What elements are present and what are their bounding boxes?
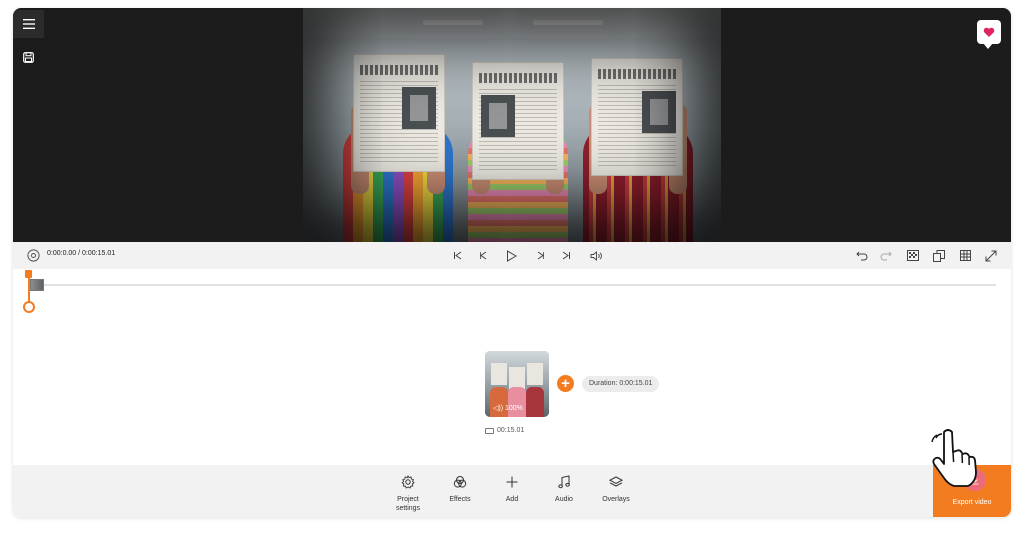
player-controls-bar: 0:00:0.00 / 0:00:15.01 <box>13 242 1011 269</box>
audio-label: Audio <box>555 496 573 503</box>
redo-button[interactable] <box>879 242 893 269</box>
add-media-button[interactable]: + <box>557 375 574 392</box>
hand-pointer-cursor-icon <box>931 429 977 487</box>
undo-icon <box>856 251 868 260</box>
add-button[interactable]: Add <box>488 473 536 504</box>
previous-frame-button[interactable] <box>476 242 490 269</box>
overlays-button[interactable]: Overlays <box>592 473 640 504</box>
video-frame[interactable] <box>303 8 721 242</box>
timeline-panel: ◁)) 100% 00:15.01 + Duration: 0:00:15.01 <box>13 269 1011 465</box>
effects-button[interactable]: Effects <box>436 473 484 504</box>
bottom-toolbar: Project settings Effects Add Audio Overl… <box>13 465 1011 517</box>
grid-button[interactable] <box>957 242 973 269</box>
skip-to-start-button[interactable] <box>450 242 464 269</box>
video-preview-panel <box>13 8 1011 242</box>
feedback-button[interactable] <box>977 20 1001 49</box>
aspect-ratio-button[interactable] <box>931 242 947 269</box>
duration-pill: Duration: 0:00:15.01 <box>582 376 660 392</box>
save-button[interactable] <box>13 43 44 71</box>
timeline-track[interactable] <box>33 284 996 286</box>
audio-button[interactable]: Audio <box>540 473 588 504</box>
menu-button[interactable] <box>13 10 44 38</box>
background-button[interactable] <box>905 242 921 269</box>
grid-icon <box>959 250 971 261</box>
timecode-display: 0:00:0.00 / 0:00:15.01 <box>47 250 116 257</box>
export-video-label: Export video <box>952 499 992 506</box>
project-settings-button[interactable]: Project settings <box>384 473 432 513</box>
playback-settings-button[interactable] <box>25 242 41 269</box>
checkerboard-icon <box>907 250 919 261</box>
undo-button[interactable] <box>855 242 869 269</box>
redo-icon <box>880 251 892 260</box>
skip-end-icon <box>562 251 570 260</box>
overlays-label: Overlays <box>602 496 630 503</box>
play-button[interactable] <box>503 242 519 269</box>
clip-duration-text: 00:15.01 <box>497 427 525 434</box>
playhead-line <box>28 277 30 303</box>
project-settings-label: Project settings <box>395 496 421 512</box>
fullscreen-button[interactable] <box>983 242 999 269</box>
layers-icon <box>609 473 623 491</box>
plus-icon <box>506 473 518 491</box>
heart-message-icon <box>983 27 995 37</box>
effects-label: Effects <box>449 496 471 503</box>
skip-start-icon <box>453 251 461 260</box>
video-clip-thumbnail[interactable]: ◁)) 100% <box>485 351 549 417</box>
clip-volume-label: ◁)) 100% <box>493 405 523 412</box>
video-editor-app: 0:00:0.00 / 0:00:15.01 ◁)) 100% 00:15.01… <box>13 8 1011 517</box>
aspect-ratio-icon <box>933 249 945 262</box>
skip-to-end-button[interactable] <box>559 242 573 269</box>
speaker-icon <box>590 250 602 261</box>
settings-circle-icon <box>26 249 40 262</box>
playhead-knob[interactable] <box>23 301 35 313</box>
clip-duration: 00:15.01 <box>485 427 524 434</box>
play-icon <box>506 249 517 262</box>
next-frame-icon <box>537 251 544 260</box>
music-note-icon <box>558 473 570 491</box>
expand-icon <box>985 250 997 261</box>
effects-icon <box>453 473 467 491</box>
add-label: Add <box>505 496 519 503</box>
camera-icon <box>485 427 494 434</box>
gear-icon <box>401 473 415 491</box>
timeline-mini-thumbnail <box>30 279 44 291</box>
volume-button[interactable] <box>588 242 604 269</box>
prev-frame-icon <box>479 251 486 260</box>
hamburger-icon <box>22 19 35 29</box>
next-frame-button[interactable] <box>533 242 547 269</box>
save-icon <box>23 51 34 63</box>
